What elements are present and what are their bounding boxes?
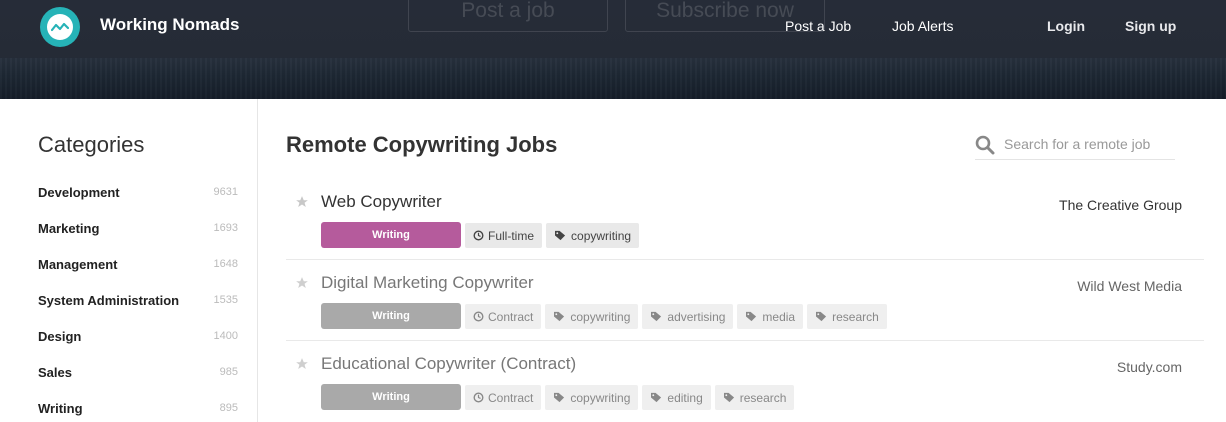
category-count: 985 [219,366,238,378]
sidebar-item-writing[interactable]: Writing 895 [38,401,238,421]
skill-tag-label: copywriting [571,228,632,243]
skill-tag[interactable]: media [737,304,804,329]
skill-tag[interactable]: research [807,304,887,329]
skill-tag-label: copywriting [570,309,631,324]
skill-tag-label: copywriting [570,390,631,405]
job-tags: Writing Full-time copywriting [321,222,640,248]
skill-tag-label: media [762,309,796,324]
job-type-label: Contract [488,309,534,324]
category-label: Design [38,329,82,344]
job-search [975,133,1175,160]
hero-post-job-button[interactable]: Post a job [408,0,608,32]
star-icon[interactable] [295,357,309,376]
job-type-tag[interactable]: Full-time [465,223,543,248]
category-count: 895 [219,402,238,414]
tag-icon [554,392,565,403]
category-count: 1693 [213,222,238,234]
job-listing[interactable]: Digital Marketing Copywriter Wild West M… [286,260,1204,341]
job-title[interactable]: Digital Marketing Copywriter [321,273,534,293]
sidebar-item-design[interactable]: Design 1400 [38,329,238,349]
job-listing[interactable]: Web Copywriter The Creative Group Writin… [286,179,1204,260]
category-tag[interactable]: Writing [321,303,461,329]
sidebar-item-development[interactable]: Development 9631 [38,185,238,205]
category-label: System Administration [38,293,180,308]
job-listing[interactable]: Educational Copywriter (Contract) Study.… [286,341,1204,422]
job-title[interactable]: Web Copywriter [321,192,442,212]
category-count: 9631 [213,186,238,198]
category-count: 1648 [213,258,238,270]
nav-post-job[interactable]: Post a Job [785,18,851,34]
categories-title: Categories [38,132,145,157]
clock-icon [473,311,484,322]
nav-sign-up[interactable]: Sign up [1125,18,1176,34]
tag-icon [555,230,566,241]
company-name[interactable]: The Creative Group [1059,197,1182,213]
sidebar-item-system-administration[interactable]: System Administration 1535 [38,293,238,313]
sidebar-item-sales[interactable]: Sales 985 [38,365,238,385]
tag-icon [816,311,827,322]
tag-icon [651,311,662,322]
header-background-texture [0,58,1226,99]
skill-tag[interactable]: copywriting [545,385,639,410]
logo[interactable] [40,7,80,47]
skill-tag-label: research [739,390,787,405]
skill-tag[interactable]: copywriting [546,223,640,248]
clock-icon [473,392,484,403]
job-tags: Writing Contract copywriting advertising… [321,303,887,329]
job-tags: Writing Contract copywriting editing res… [321,384,795,410]
category-count: 1400 [213,330,238,342]
skill-tag-label: research [832,309,879,324]
search-input[interactable] [1004,136,1174,152]
nav-job-alerts[interactable]: Job Alerts [892,18,953,34]
job-type-tag[interactable]: Contract [465,385,542,410]
search-icon[interactable] [975,135,995,160]
star-icon[interactable] [295,195,309,214]
tag-icon [723,392,734,403]
category-label: Management [38,257,118,272]
skill-tag-label: advertising [667,309,726,324]
skill-tag-label: editing [667,390,703,405]
tag-icon [746,311,757,322]
job-type-label: Contract [488,390,534,405]
skill-tag[interactable]: copywriting [545,304,639,329]
sidebar-item-marketing[interactable]: Marketing 1693 [38,221,238,241]
page-title: Remote Copywriting Jobs [286,132,558,157]
category-tag[interactable]: Writing [321,222,461,248]
category-label: Development [38,185,120,200]
category-label: Sales [38,365,72,380]
company-name[interactable]: Wild West Media [1077,278,1182,294]
categories-sidebar: Categories Development 9631 Marketing 16… [0,99,258,422]
category-label: Marketing [38,221,100,236]
skill-tag[interactable]: editing [642,385,711,410]
brand-name[interactable]: Working Nomads [100,15,239,35]
wave-logo-icon [47,14,73,40]
category-label: Writing [38,401,83,416]
job-title[interactable]: Educational Copywriter (Contract) [321,354,576,374]
tag-icon [651,392,662,403]
company-name[interactable]: Study.com [1117,359,1182,375]
star-icon[interactable] [295,276,309,295]
site-header: Post a job Subscribe now Working Nomads … [0,0,1226,99]
sidebar-item-management[interactable]: Management 1648 [38,257,238,277]
category-tag[interactable]: Writing [321,384,461,410]
job-type-tag[interactable]: Contract [465,304,542,329]
skill-tag[interactable]: research [714,385,795,410]
category-count: 1535 [213,294,238,306]
nav-login[interactable]: Login [1047,18,1085,34]
tag-icon [554,311,565,322]
clock-icon [473,230,484,241]
job-type-label: Full-time [488,228,535,243]
skill-tag[interactable]: advertising [642,304,734,329]
